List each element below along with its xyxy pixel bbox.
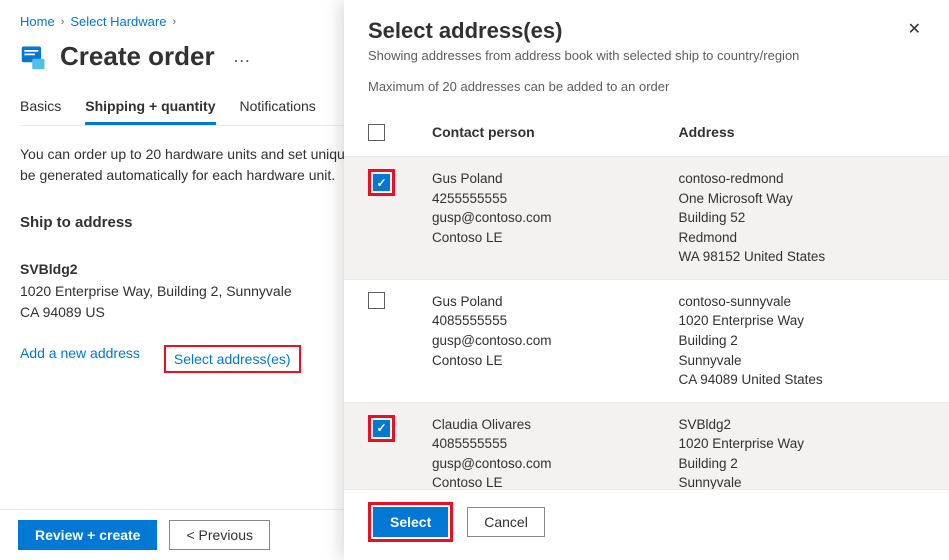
row-checkbox[interactable] xyxy=(373,174,390,191)
contact-cell: Claudia Olivares4085555555gusp@contoso.c… xyxy=(432,415,679,489)
table-row: Gus Poland4085555555gusp@contoso.comCont… xyxy=(344,280,949,403)
panel-title: Select address(es) xyxy=(368,18,799,44)
panel-subtitle: Showing addresses from address book with… xyxy=(368,48,799,63)
row-checkbox[interactable] xyxy=(373,420,390,437)
address-cell: SVBldg21020 Enterprise WayBuilding 2Sunn… xyxy=(679,415,926,489)
address-table: Contact person Address Gus Poland4255555… xyxy=(344,112,949,489)
panel-info: Maximum of 20 addresses can be added to … xyxy=(344,73,949,112)
contact-cell: Gus Poland4255555555gusp@contoso.comCont… xyxy=(432,169,679,247)
col-contact: Contact person xyxy=(432,124,679,140)
highlight-ring xyxy=(368,415,395,442)
panel-header: Select address(es) Showing addresses fro… xyxy=(344,0,949,73)
table-header: Contact person Address xyxy=(344,112,949,157)
cancel-button[interactable]: Cancel xyxy=(467,507,545,537)
table-row: Gus Poland4255555555gusp@contoso.comCont… xyxy=(344,157,949,280)
panel-footer: Select Cancel xyxy=(344,489,949,560)
highlight-ring xyxy=(368,169,395,196)
row-checkbox[interactable] xyxy=(368,292,385,309)
table-row: Claudia Olivares4085555555gusp@contoso.c… xyxy=(344,403,949,489)
contact-cell: Gus Poland4085555555gusp@contoso.comCont… xyxy=(432,292,679,370)
address-cell: contoso-sunnyvale1020 Enterprise WayBuil… xyxy=(679,292,926,390)
col-address: Address xyxy=(679,124,926,140)
select-button[interactable]: Select xyxy=(373,507,448,537)
address-cell: contoso-redmondOne Microsoft WayBuilding… xyxy=(679,169,926,267)
close-icon[interactable]: ✕ xyxy=(904,18,925,42)
select-address-panel: Select address(es) Showing addresses fro… xyxy=(344,0,949,560)
highlight-ring: Select xyxy=(368,502,453,542)
select-all-checkbox[interactable] xyxy=(368,124,385,141)
